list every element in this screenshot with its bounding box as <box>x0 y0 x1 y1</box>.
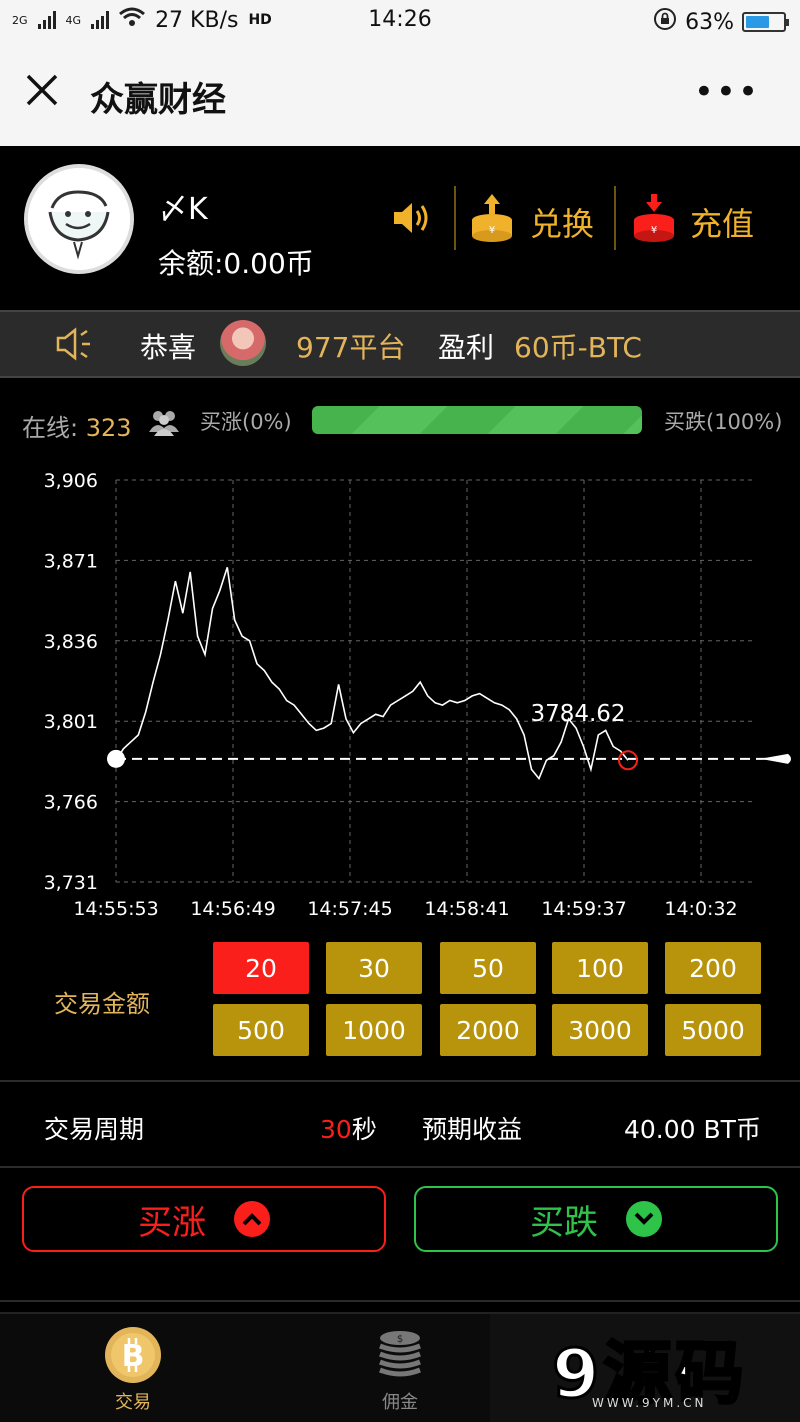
announcement-icon <box>56 326 94 369</box>
chevron-down-icon <box>626 1201 662 1237</box>
battery-icon <box>742 12 789 32</box>
nav-commission[interactable]: $ 佣金 <box>350 1326 450 1414</box>
ticker-profit-value: 60币-BTC <box>514 331 642 364</box>
y-tick-label: 3,766 <box>44 792 98 814</box>
y-tick-label: 3,906 <box>44 470 98 492</box>
lock-rotation-icon <box>653 7 677 37</box>
exchange-button[interactable]: ¥ 兑换 <box>470 194 594 250</box>
username: 〆K <box>158 192 208 227</box>
expected-profit-value: 40.00 BT币 <box>624 1115 761 1144</box>
more-menu-icon[interactable]: ••• <box>694 72 760 112</box>
price-pointer <box>760 753 791 764</box>
period-seconds: 30 <box>320 1115 352 1144</box>
amount-option-3000[interactable]: 3000 <box>552 1004 648 1056</box>
price-line <box>115 567 629 781</box>
x-tick-label: 14:59:37 <box>541 898 626 920</box>
x-tick-label: 14:58:41 <box>424 898 509 920</box>
separator <box>614 186 616 250</box>
buy-rise-button[interactable]: 买涨 <box>22 1186 386 1252</box>
svg-text:$: $ <box>397 1334 403 1345</box>
watermark-url: WWW.9YM.CN <box>592 1396 707 1410</box>
users-icon <box>148 408 180 440</box>
coins-stack-icon: $ <box>371 1326 429 1384</box>
svg-text:¥: ¥ <box>651 225 657 236</box>
recharge-label: 充值 <box>690 205 755 243</box>
exchange-label: 兑换 <box>530 205 595 243</box>
buy-rise-label: 买涨 <box>138 1202 206 1243</box>
online-label: 在线: <box>22 414 79 442</box>
period-unit: 秒 <box>351 1115 377 1144</box>
ticker-profit-label: 盈利 <box>438 331 495 364</box>
nav-trade-label: 交易 <box>115 1392 151 1413</box>
price-chart: 3,906 3,871 3,836 3,801 3,766 3,731 14:55:53 14… <box>44 470 791 920</box>
period-label: 交易周期 <box>44 1115 145 1144</box>
x-tick-label: 14:55:53 <box>73 898 158 920</box>
amount-option-5000[interactable]: 5000 <box>665 1004 761 1056</box>
recharge-button[interactable]: ¥ 充值 <box>632 194 754 250</box>
fall-percentage: 买跌(100%) <box>664 410 783 434</box>
exchange-icon: ¥ <box>470 194 514 250</box>
avatar[interactable] <box>24 164 134 274</box>
x-tick-label: 14:56:49 <box>190 898 275 920</box>
page-title: 众赢财经 <box>90 80 226 120</box>
svg-text:¥: ¥ <box>489 225 495 236</box>
amount-option-30[interactable]: 30 <box>326 942 422 994</box>
expected-profit-label: 预期收益 <box>422 1115 523 1144</box>
start-point <box>107 749 125 768</box>
sentiment-ratio-bar <box>312 406 642 434</box>
bitcoin-icon: B <box>104 1326 162 1384</box>
x-tick-label: 14:0:32 <box>664 898 737 920</box>
y-tick-label: 3,871 <box>44 550 98 572</box>
period-value: 30秒 <box>320 1110 377 1146</box>
chevron-up-icon <box>234 1201 270 1237</box>
svg-text:B: B <box>122 1339 145 1374</box>
sound-icon[interactable] <box>392 200 432 240</box>
buy-fall-label: 买跌 <box>530 1202 598 1243</box>
recharge-icon: ¥ <box>632 194 676 250</box>
amount-label: 交易金额 <box>54 990 150 1018</box>
ticker-platform: 977平台 <box>296 331 406 364</box>
current-price-label: 3784.62 <box>530 701 625 727</box>
amount-option-20[interactable]: 20 <box>213 942 309 994</box>
y-tick-label: 3,836 <box>44 631 98 653</box>
amount-option-50[interactable]: 50 <box>440 942 536 994</box>
x-tick-label: 14:57:45 <box>307 898 392 920</box>
y-tick-label: 3,731 <box>44 872 98 894</box>
amount-option-2000[interactable]: 2000 <box>440 1004 536 1056</box>
divider <box>0 1300 800 1302</box>
user-panel: 〆K 余额:0.00币 ¥ 兑换 ¥ 充值 <box>0 146 800 310</box>
winner-avatar <box>220 320 266 366</box>
rise-percentage: 买涨(0%) <box>200 410 292 434</box>
nav-trade[interactable]: B 交易 <box>83 1326 183 1414</box>
app-bar: 众赢财经 ••• <box>0 42 800 146</box>
y-tick-label: 3,801 <box>44 711 98 733</box>
battery-percent: 63% <box>685 9 734 35</box>
divider <box>0 1166 800 1168</box>
status-bar: 2G 4G 27 KB/s HD 14:26 63% <box>0 0 800 42</box>
buy-fall-button[interactable]: 买跌 <box>414 1186 778 1252</box>
divider <box>0 1080 800 1082</box>
balance: 余额:0.00币 <box>158 247 314 280</box>
nav-commission-label: 佣金 <box>382 1392 418 1413</box>
amount-option-500[interactable]: 500 <box>213 1004 309 1056</box>
amount-option-200[interactable]: 200 <box>665 942 761 994</box>
amount-option-100[interactable]: 100 <box>552 942 648 994</box>
ticker-congrats: 恭喜 <box>140 331 197 364</box>
online-count: 在线: 323 <box>22 408 132 443</box>
separator <box>454 186 456 250</box>
online-number: 323 <box>85 414 132 442</box>
amount-option-1000[interactable]: 1000 <box>326 1004 422 1056</box>
win-ticker: 恭喜 977平台 盈利 60币-BTC <box>0 310 800 378</box>
close-icon[interactable] <box>24 72 60 115</box>
